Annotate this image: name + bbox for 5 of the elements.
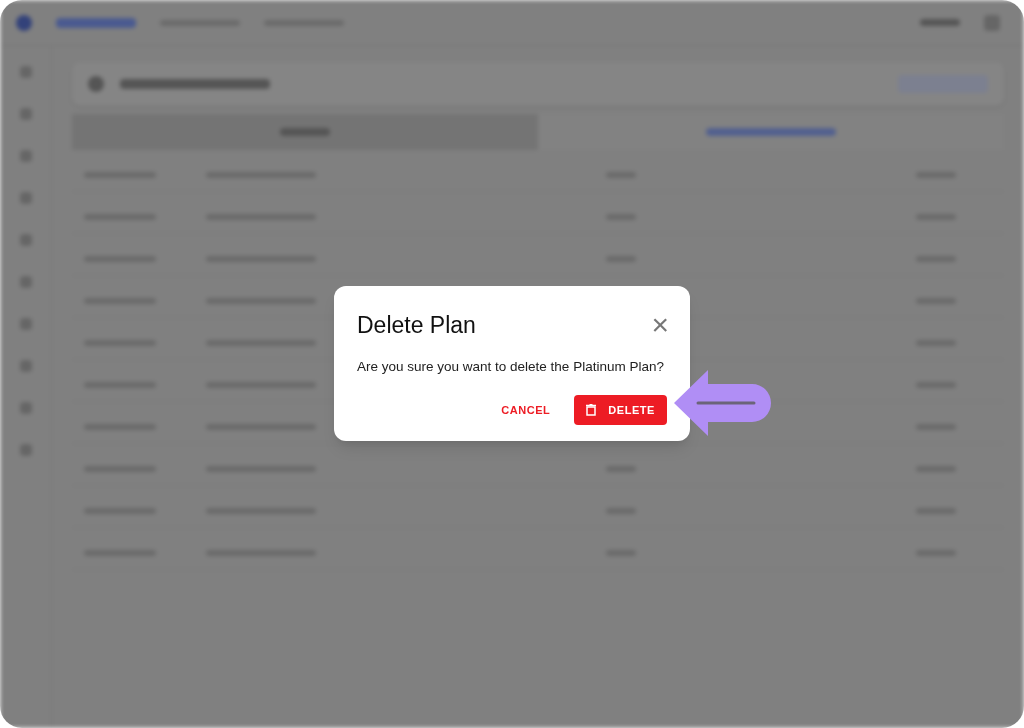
dialog-title: Delete Plan bbox=[357, 311, 476, 340]
cancel-button[interactable]: CANCEL bbox=[489, 394, 563, 425]
trash-icon bbox=[586, 403, 597, 416]
dialog-message: Are you sure you want to delete the Platinum Plan? bbox=[357, 357, 665, 376]
delete-button[interactable]: DELETE bbox=[574, 394, 667, 425]
